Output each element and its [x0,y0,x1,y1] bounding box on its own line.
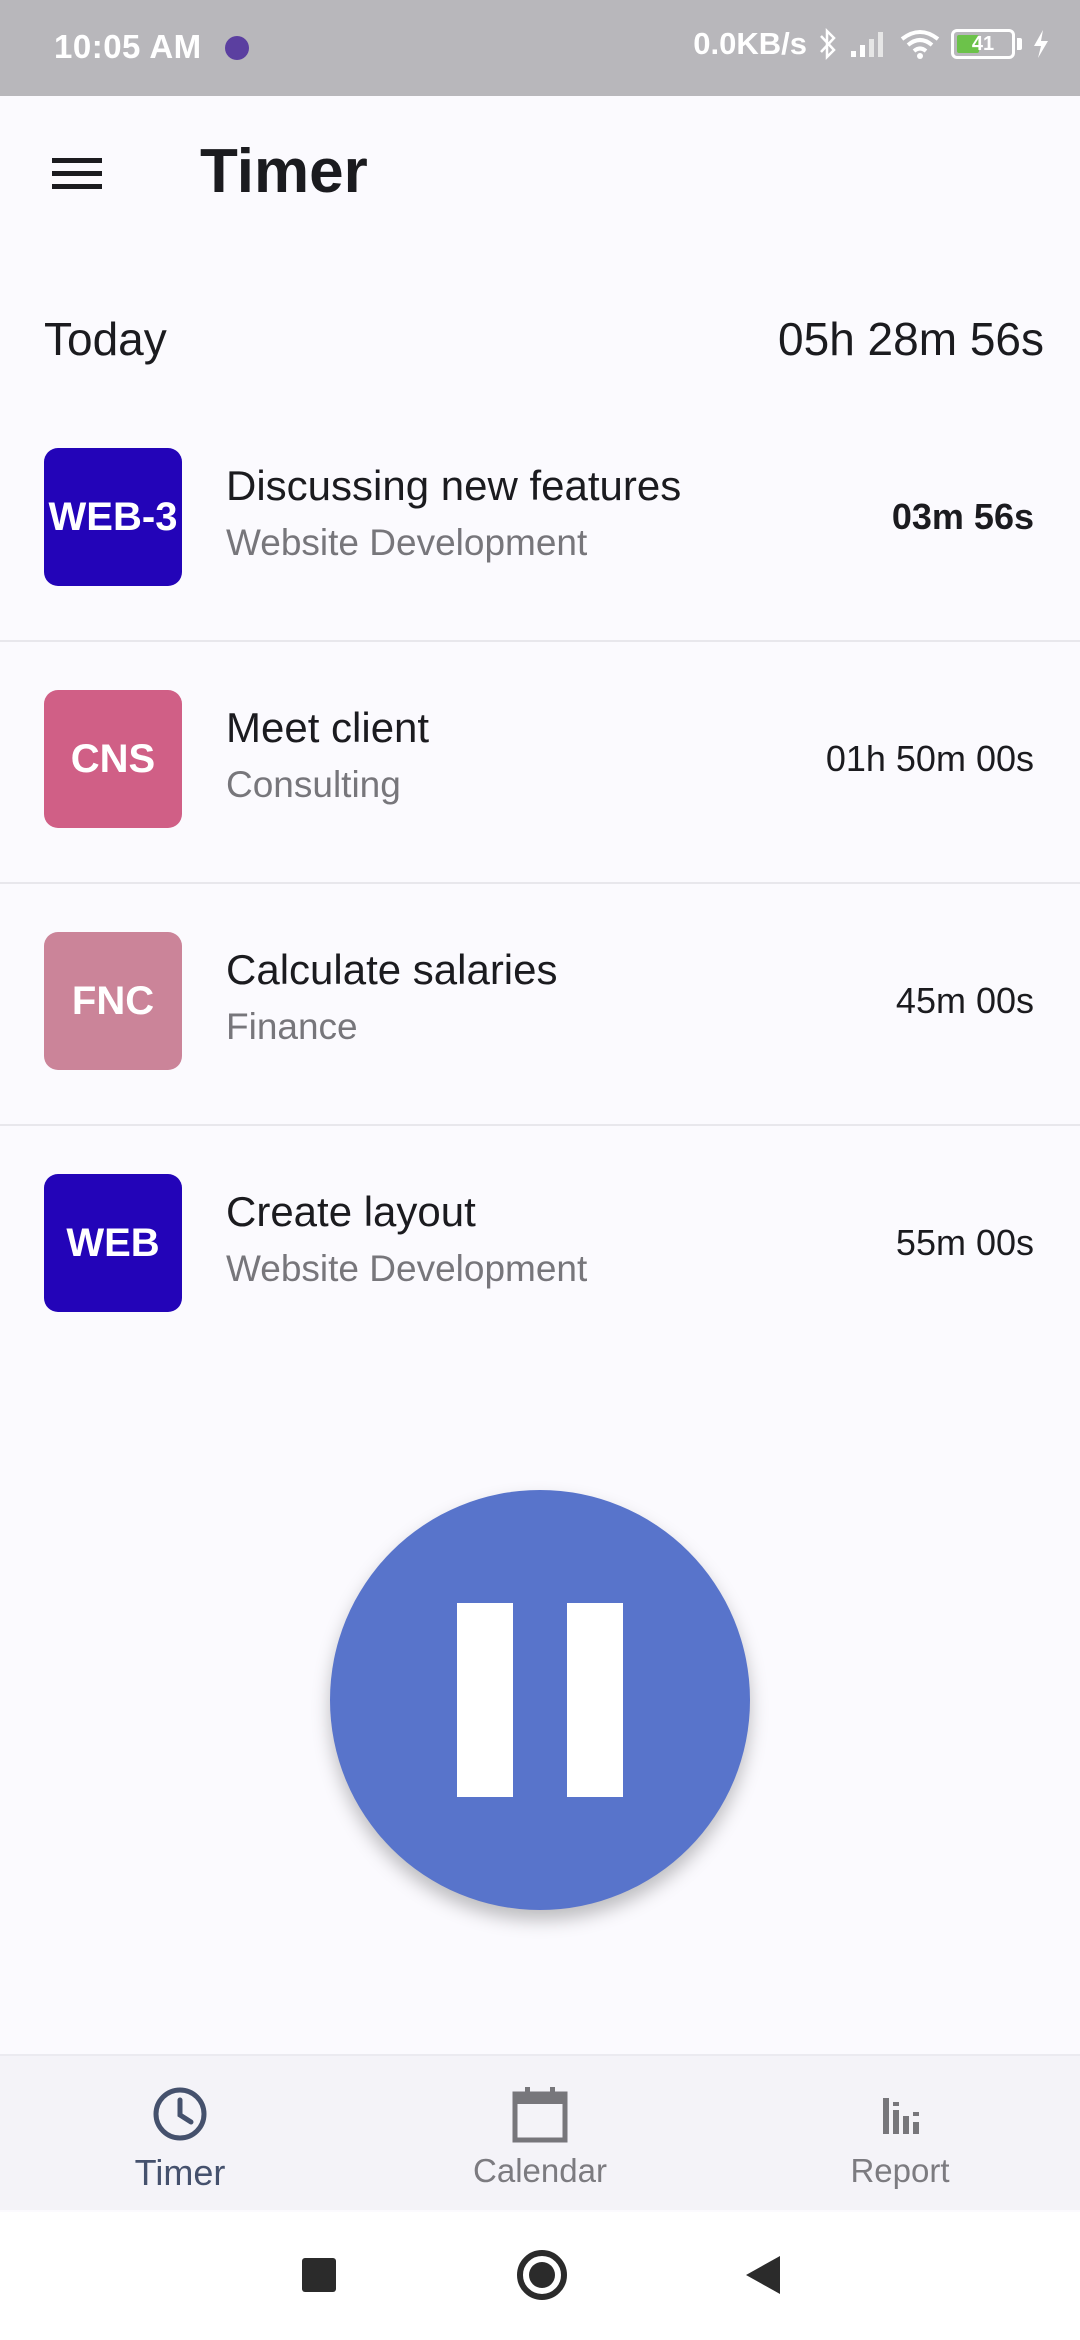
charging-icon [1032,29,1050,59]
summary-total: 05h 28m 56s [778,313,1044,365]
status-indicators: 0.0KB/s 41 [693,26,1050,62]
time-entry[interactable]: FNC Calculate salaries Finance 45m 00s [0,884,1080,1126]
app-bar: Timer [0,96,1080,246]
project-badge: WEB-3 [44,448,182,586]
entry-title: Calculate salaries [226,946,558,993]
entry-project: Website Development [226,1248,588,1289]
back-icon[interactable] [746,2256,780,2294]
nav-label: Report [850,2152,950,2189]
network-speed: 0.0KB/s [693,26,807,61]
entry-duration: 01h 50m 00s [825,738,1034,779]
battery-tip [1017,38,1022,50]
calendar-icon [510,2084,570,2144]
bar-chart-icon [870,2084,930,2144]
signal-icon [849,29,889,59]
pause-icon [567,1603,623,1797]
entry-project: Website Development [226,522,588,563]
summary-label: Today [44,313,167,365]
entry-title: Create layout [226,1188,476,1235]
app-notification-icon [225,36,249,60]
entry-duration: 45m 00s [895,980,1034,1021]
nav-item-timer[interactable]: Timer [0,2056,360,2210]
nav-label: Calendar [473,2152,607,2189]
entry-project: Finance [226,1006,358,1047]
project-badge: WEB [44,1174,182,1312]
bluetooth-icon [817,27,839,61]
pause-icon [457,1603,513,1797]
time-entry[interactable]: WEB-3 Discussing new features Website De… [0,400,1080,642]
home-icon-dot [529,2262,555,2288]
battery-icon: 41 [951,29,1015,59]
hamburger-menu-icon[interactable] [48,152,108,196]
today-summary: Today 05h 28m 56s [0,300,1080,380]
status-time: 10:05 AM [54,28,202,65]
entry-project: Consulting [226,764,401,805]
entry-title: Meet client [226,704,430,751]
bottom-navigation: Timer Calendar Report [0,2054,1080,2210]
time-entry-list: WEB-3 Discussing new features Website De… [0,400,1080,1368]
entry-duration: 55m 00s [895,1222,1034,1263]
status-bar: 10:05 AM 0.0KB/s 41 [0,0,1080,96]
time-entry[interactable]: CNS Meet client Consulting 01h 50m 00s [0,642,1080,884]
battery-level: 41 [971,32,995,55]
nav-label: Timer [134,2152,226,2193]
project-badge: FNC [44,932,182,1070]
recent-apps-icon[interactable] [302,2258,336,2292]
wifi-icon [899,28,941,60]
entry-duration: 03m 56s [891,496,1034,537]
nav-item-report[interactable]: Report [720,2056,1080,2210]
nav-item-calendar[interactable]: Calendar [360,2056,720,2210]
project-badge: CNS [44,690,182,828]
entry-title: Discussing new features [226,462,682,509]
clock-icon [150,2084,210,2144]
home-icon[interactable] [517,2250,567,2300]
time-entry[interactable]: WEB Create layout Website Development 55… [0,1126,1080,1368]
page-title: Timer [200,137,368,206]
pause-button[interactable] [330,1490,750,1910]
